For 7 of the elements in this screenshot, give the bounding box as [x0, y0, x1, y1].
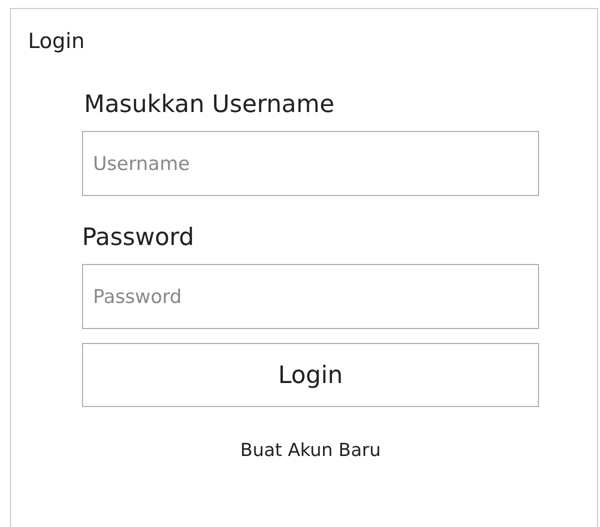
login-button[interactable]: Login: [82, 343, 539, 407]
panel-title: Login: [27, 28, 85, 55]
field-label: Password: [82, 222, 194, 253]
field-label: Masukkan Username: [84, 89, 334, 120]
input-field[interactable]: Username: [82, 131, 539, 196]
input-field[interactable]: Password: [82, 264, 539, 329]
register-link[interactable]: Buat Akun Baru: [240, 439, 381, 463]
